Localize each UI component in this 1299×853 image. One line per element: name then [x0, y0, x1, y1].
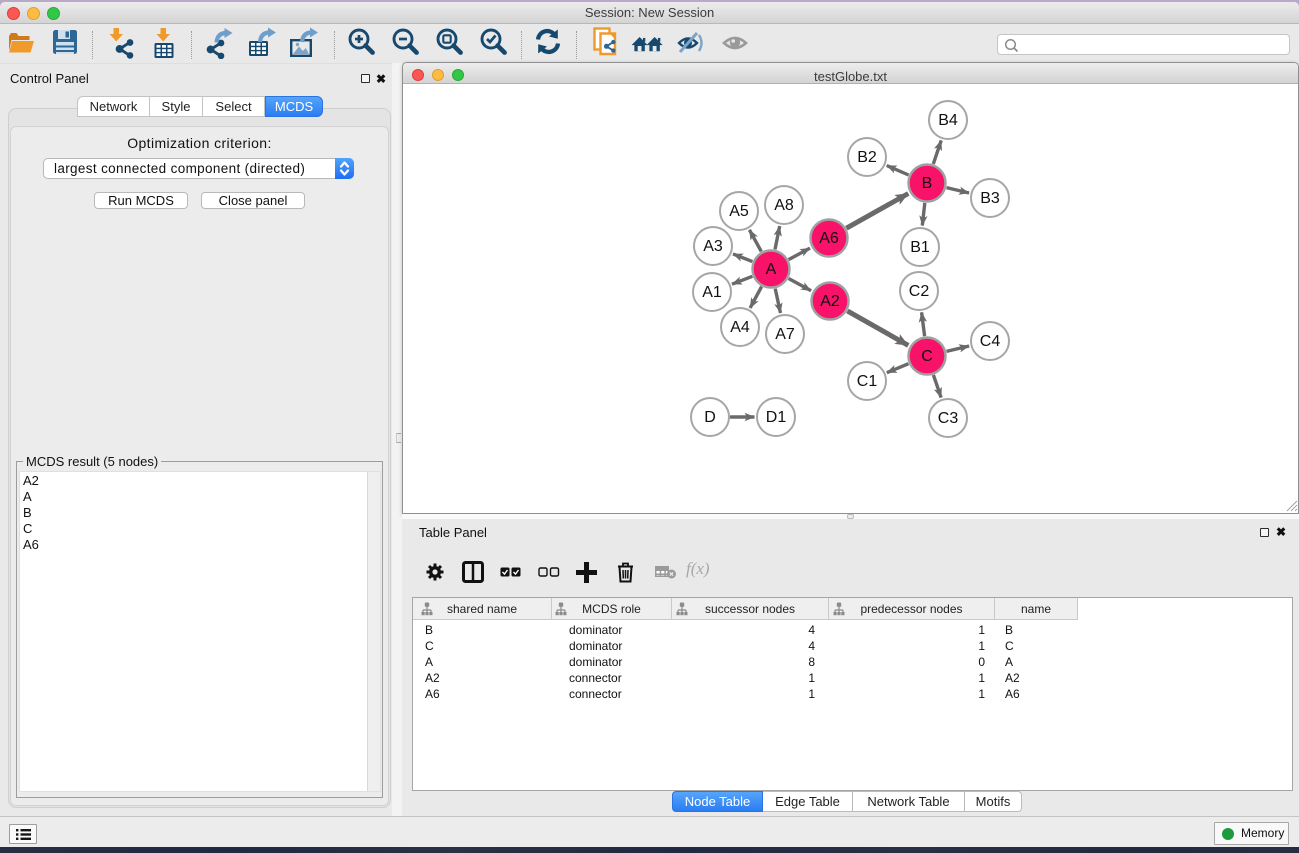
svg-text:A2: A2: [820, 293, 840, 310]
svg-text:C1: C1: [857, 373, 878, 390]
svg-text:A: A: [766, 261, 777, 278]
svg-text:A1: A1: [702, 284, 722, 301]
svg-text:B3: B3: [980, 190, 1000, 207]
svg-text:C2: C2: [909, 283, 930, 300]
svg-text:A7: A7: [775, 326, 795, 343]
svg-text:D1: D1: [766, 409, 787, 426]
svg-text:C3: C3: [938, 410, 959, 427]
svg-text:B2: B2: [857, 149, 877, 166]
svg-text:B: B: [922, 175, 933, 192]
svg-text:A8: A8: [774, 197, 794, 214]
svg-text:A6: A6: [819, 230, 839, 247]
svg-text:C: C: [921, 348, 933, 365]
svg-text:A4: A4: [730, 319, 750, 336]
svg-text:D: D: [704, 409, 716, 426]
svg-text:B4: B4: [938, 112, 958, 129]
svg-text:A3: A3: [703, 238, 723, 255]
svg-text:C4: C4: [980, 333, 1001, 350]
svg-text:B1: B1: [910, 239, 930, 256]
svg-text:A5: A5: [729, 203, 749, 220]
